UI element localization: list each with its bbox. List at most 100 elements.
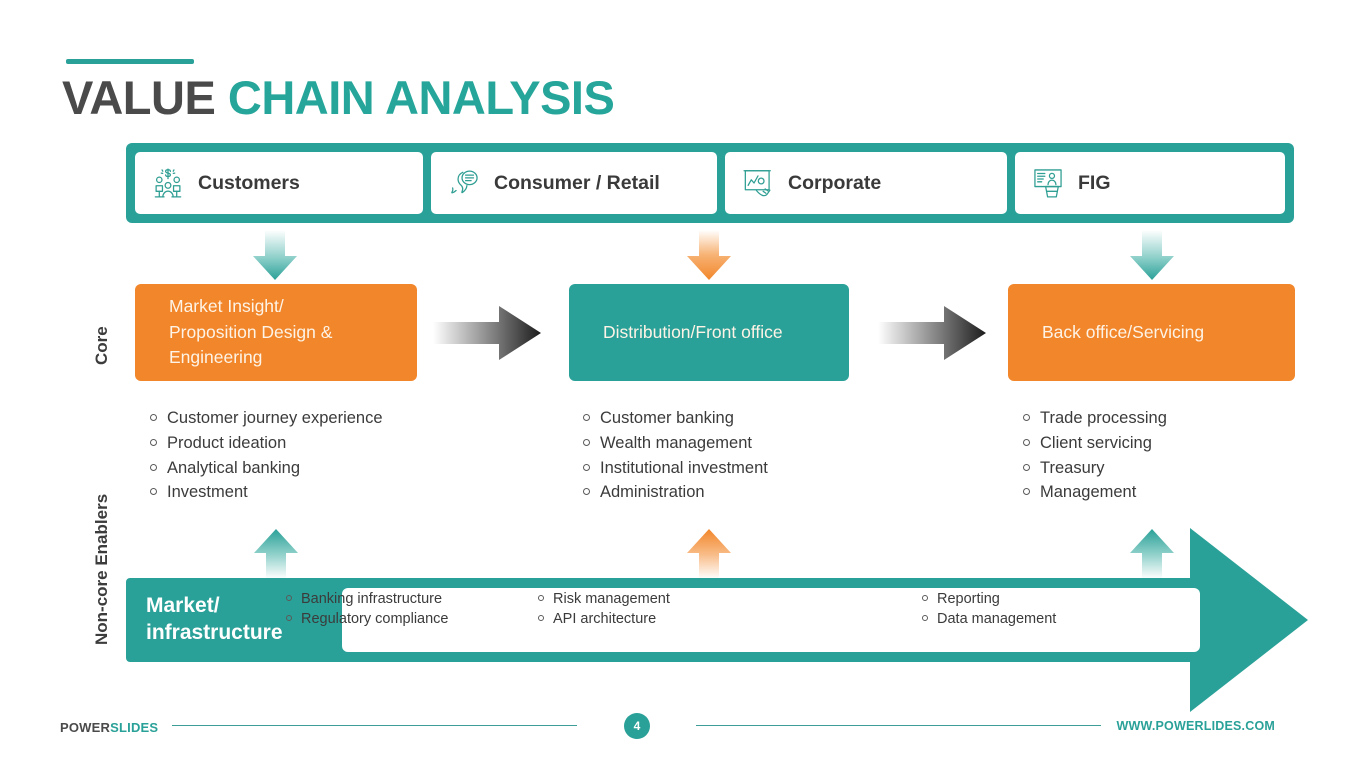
list-item: Treasury: [1023, 456, 1167, 481]
core-stage-box-1[interactable]: Market Insight/ Proposition Design & Eng…: [135, 284, 417, 381]
bullet-text: Product ideation: [167, 433, 287, 452]
bullet-text: Regulatory compliance: [301, 611, 449, 627]
page-title-part2: CHAIN ANALYSIS: [227, 71, 615, 124]
core-stage-title: Back office/Servicing: [1042, 321, 1205, 342]
up-arrow-teal-1: [254, 529, 298, 579]
bullet-text: Reporting: [937, 591, 1000, 607]
bullet-circle-icon: [583, 414, 590, 421]
bullet-circle-icon: [1023, 463, 1030, 471]
bullet-circle-icon: [538, 615, 544, 621]
bullet-text: Wealth management: [600, 433, 752, 452]
row-label-non-core: Non-core Enablers: [92, 493, 111, 645]
brand-part2: SLIDES: [110, 720, 159, 735]
slide-footer: POWERSLIDES 4 WWW.POWERLIDES.COM: [0, 712, 1365, 752]
footer-website: WWW.POWERLIDES.COM: [1116, 719, 1275, 733]
list-item: Trade processing: [1023, 406, 1167, 431]
list-item: API architecture: [538, 609, 670, 629]
channel-band: Customers Consumer / Retail Corporate FI…: [126, 143, 1294, 223]
list-item: Risk management: [538, 589, 670, 609]
core-stage-box-2[interactable]: Distribution/Front office: [569, 284, 849, 381]
list-item: Administration: [583, 480, 768, 505]
core-stage-title: Market Insight/ Proposition Design & Eng…: [169, 296, 333, 368]
bullet-circle-icon: [286, 595, 292, 601]
core-bullet-list-1: Customer journey experience Product idea…: [150, 406, 383, 505]
bullet-circle-icon: [150, 488, 157, 496]
list-item: Product ideation: [150, 431, 383, 456]
channel-box-customers[interactable]: Customers: [135, 152, 423, 214]
list-item: Client servicing: [1023, 431, 1167, 456]
bullet-text: Administration: [600, 483, 705, 502]
channel-box-consumer-retail[interactable]: Consumer / Retail: [431, 152, 717, 214]
list-item: Data management: [922, 609, 1056, 629]
bullet-circle-icon: [1023, 488, 1030, 496]
bullet-circle-icon: [1023, 438, 1030, 446]
footer-divider-left: [172, 725, 577, 727]
bullet-text: Institutional investment: [600, 458, 768, 477]
podium-speaker-icon: [1034, 169, 1062, 198]
bullet-text: Risk management: [553, 591, 670, 607]
down-arrow-orange: [687, 230, 731, 280]
bullet-text: Investment: [167, 483, 248, 502]
brand-part1: POWER: [60, 720, 111, 735]
bullet-text: Customer banking: [600, 409, 734, 427]
slide-canvas: VALUE CHAIN ANALYSIS Customers Consumer …: [0, 0, 1365, 767]
flow-arrow-2: [878, 306, 986, 360]
page-number-badge: 4: [624, 713, 650, 739]
bullet-text: Treasury: [1040, 458, 1105, 477]
bullet-circle-icon: [1023, 414, 1030, 421]
list-item: Management: [1023, 480, 1167, 505]
bullet-circle-icon: [538, 595, 544, 601]
list-item: Wealth management: [583, 431, 768, 456]
list-item: Customer journey experience: [150, 406, 383, 431]
page-title-part1: VALUE: [62, 71, 216, 124]
bullet-text: Management: [1040, 483, 1137, 502]
list-item: Analytical banking: [150, 456, 383, 481]
list-item: Customer banking: [583, 406, 768, 431]
infrastructure-band[interactable]: Market/ infrastructure Banking infrastru…: [126, 578, 1214, 662]
flow-arrow-1: [433, 306, 541, 360]
bullet-circle-icon: [150, 414, 157, 421]
presentation-chart-icon: [743, 170, 771, 197]
bullet-text: API architecture: [553, 611, 657, 627]
bullet-text: Customer journey experience: [167, 409, 383, 427]
channel-box-corporate[interactable]: Corporate: [725, 152, 1007, 214]
bullet-circle-icon: [583, 463, 590, 471]
channel-box-fig[interactable]: FIG: [1015, 152, 1285, 214]
bullet-text: Analytical banking: [167, 458, 300, 477]
core-bullet-list-2: Customer banking Wealth management Insti…: [583, 406, 768, 505]
list-item: Reporting: [922, 589, 1056, 609]
bullet-text: Data management: [937, 611, 1057, 627]
up-arrow-teal-2: [1130, 529, 1174, 579]
infrastructure-column-3: Reporting Data management: [922, 589, 1056, 629]
bullet-circle-icon: [150, 463, 157, 471]
bullet-text: Client servicing: [1040, 433, 1152, 452]
bullet-circle-icon: [583, 438, 590, 446]
row-label-core: Core: [92, 326, 111, 365]
bullet-circle-icon: [922, 595, 928, 601]
infrastructure-column-1: Banking infrastructure Regulatory compli…: [286, 589, 449, 629]
down-arrow-teal-1: [253, 230, 297, 280]
core-stage-title: Distribution/Front office: [603, 321, 783, 342]
core-stage-box-3[interactable]: Back office/Servicing: [1008, 284, 1295, 381]
list-item: Institutional investment: [583, 456, 768, 481]
bullet-circle-icon: [286, 615, 292, 621]
title-accent-rule: [66, 59, 194, 64]
list-item: Banking infrastructure: [286, 589, 449, 609]
bullet-text: Trade processing: [1040, 409, 1167, 427]
list-item: Regulatory compliance: [286, 609, 449, 629]
speech-bubble-icon: [451, 170, 478, 194]
bullet-text: Banking infrastructure: [301, 591, 443, 607]
page-title: VALUE CHAIN ANALYSIS: [62, 71, 615, 124]
channel-label: Consumer / Retail: [494, 171, 660, 194]
channel-label: FIG: [1078, 171, 1111, 194]
list-item: Investment: [150, 480, 383, 505]
infrastructure-column-2: Risk management API architecture: [538, 589, 670, 629]
channel-label: Corporate: [788, 171, 882, 194]
up-arrow-orange: [687, 529, 731, 579]
infrastructure-content-panel: [342, 588, 1200, 652]
core-bullet-list-3: Trade processing Client servicing Treasu…: [1023, 406, 1167, 505]
channel-label: Customers: [198, 171, 300, 194]
brand-logo: POWERSLIDES: [60, 720, 158, 735]
bullet-circle-icon: [583, 488, 590, 496]
people-money-icon: [154, 168, 182, 198]
